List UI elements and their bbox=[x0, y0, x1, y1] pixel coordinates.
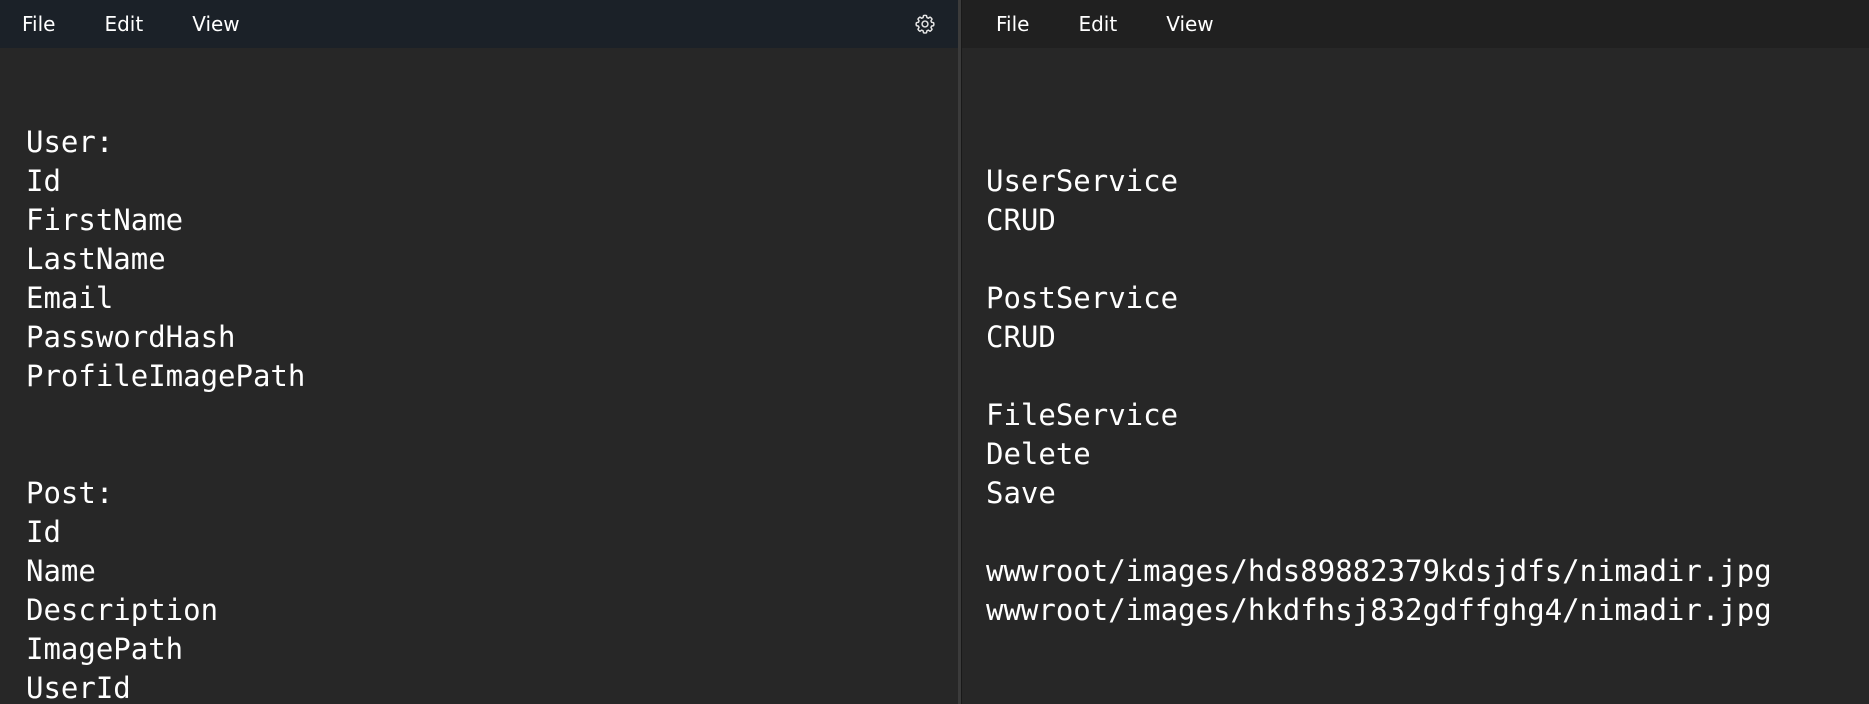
menu-file[interactable]: File bbox=[980, 0, 1045, 48]
text-line: Email bbox=[26, 281, 114, 315]
text-line: wwwroot/images/hds89882379kdsjdfs/nimadi… bbox=[986, 554, 1772, 588]
menu-edit[interactable]: Edit bbox=[1062, 0, 1133, 48]
text-line: Id bbox=[26, 515, 61, 549]
text-line: Delete bbox=[986, 437, 1091, 471]
text-line: wwwroot/images/hkdfhsj832gdffghg4/nimadi… bbox=[986, 593, 1772, 627]
text-line: Name bbox=[26, 554, 96, 588]
menu-bar: File Edit View bbox=[0, 0, 958, 48]
text-line: User: bbox=[26, 125, 114, 159]
text-line: Id bbox=[26, 164, 61, 198]
text-line: Post: bbox=[26, 476, 114, 510]
text-line bbox=[26, 396, 958, 435]
menu-view[interactable]: View bbox=[1150, 0, 1229, 48]
settings-button[interactable] bbox=[912, 11, 938, 37]
text-line: PasswordHash bbox=[26, 320, 236, 354]
text-line: FileService bbox=[986, 398, 1179, 432]
text-line bbox=[26, 435, 958, 474]
text-line: FirstName bbox=[26, 203, 184, 237]
text-line: ProfileImagePath bbox=[26, 359, 306, 393]
text-line: UserId bbox=[26, 671, 131, 704]
text-line: Description bbox=[26, 593, 219, 627]
text-line: CRUD bbox=[986, 203, 1056, 237]
text-line bbox=[986, 240, 1869, 279]
text-line: ImagePath bbox=[26, 632, 184, 666]
text-editor-area[interactable]: UserService CRUD PostService CRUD FileServic… bbox=[962, 48, 1869, 630]
text-line: LastName bbox=[26, 242, 166, 276]
notepad-window-right: File Edit View UserService CRUD PostServic… bbox=[962, 0, 1869, 704]
menu-file[interactable]: File bbox=[6, 0, 71, 48]
text-line: CRUD bbox=[986, 320, 1056, 354]
text-line bbox=[986, 513, 1869, 552]
text-line: PostService bbox=[986, 281, 1179, 315]
gear-icon bbox=[915, 14, 935, 34]
desktop-screen: File Edit View User: Id FirstName LastName E… bbox=[0, 0, 1869, 704]
menu-bar: File Edit View bbox=[962, 0, 1869, 48]
text-line bbox=[986, 357, 1869, 396]
text-editor-area[interactable]: User: Id FirstName LastName Email PasswordHas… bbox=[0, 48, 958, 704]
notepad-window-left: File Edit View User: Id FirstName LastName E… bbox=[0, 0, 958, 704]
text-line: UserService bbox=[986, 164, 1179, 198]
menu-view[interactable]: View bbox=[176, 0, 255, 48]
text-line: Save bbox=[986, 476, 1056, 510]
menu-edit[interactable]: Edit bbox=[88, 0, 159, 48]
